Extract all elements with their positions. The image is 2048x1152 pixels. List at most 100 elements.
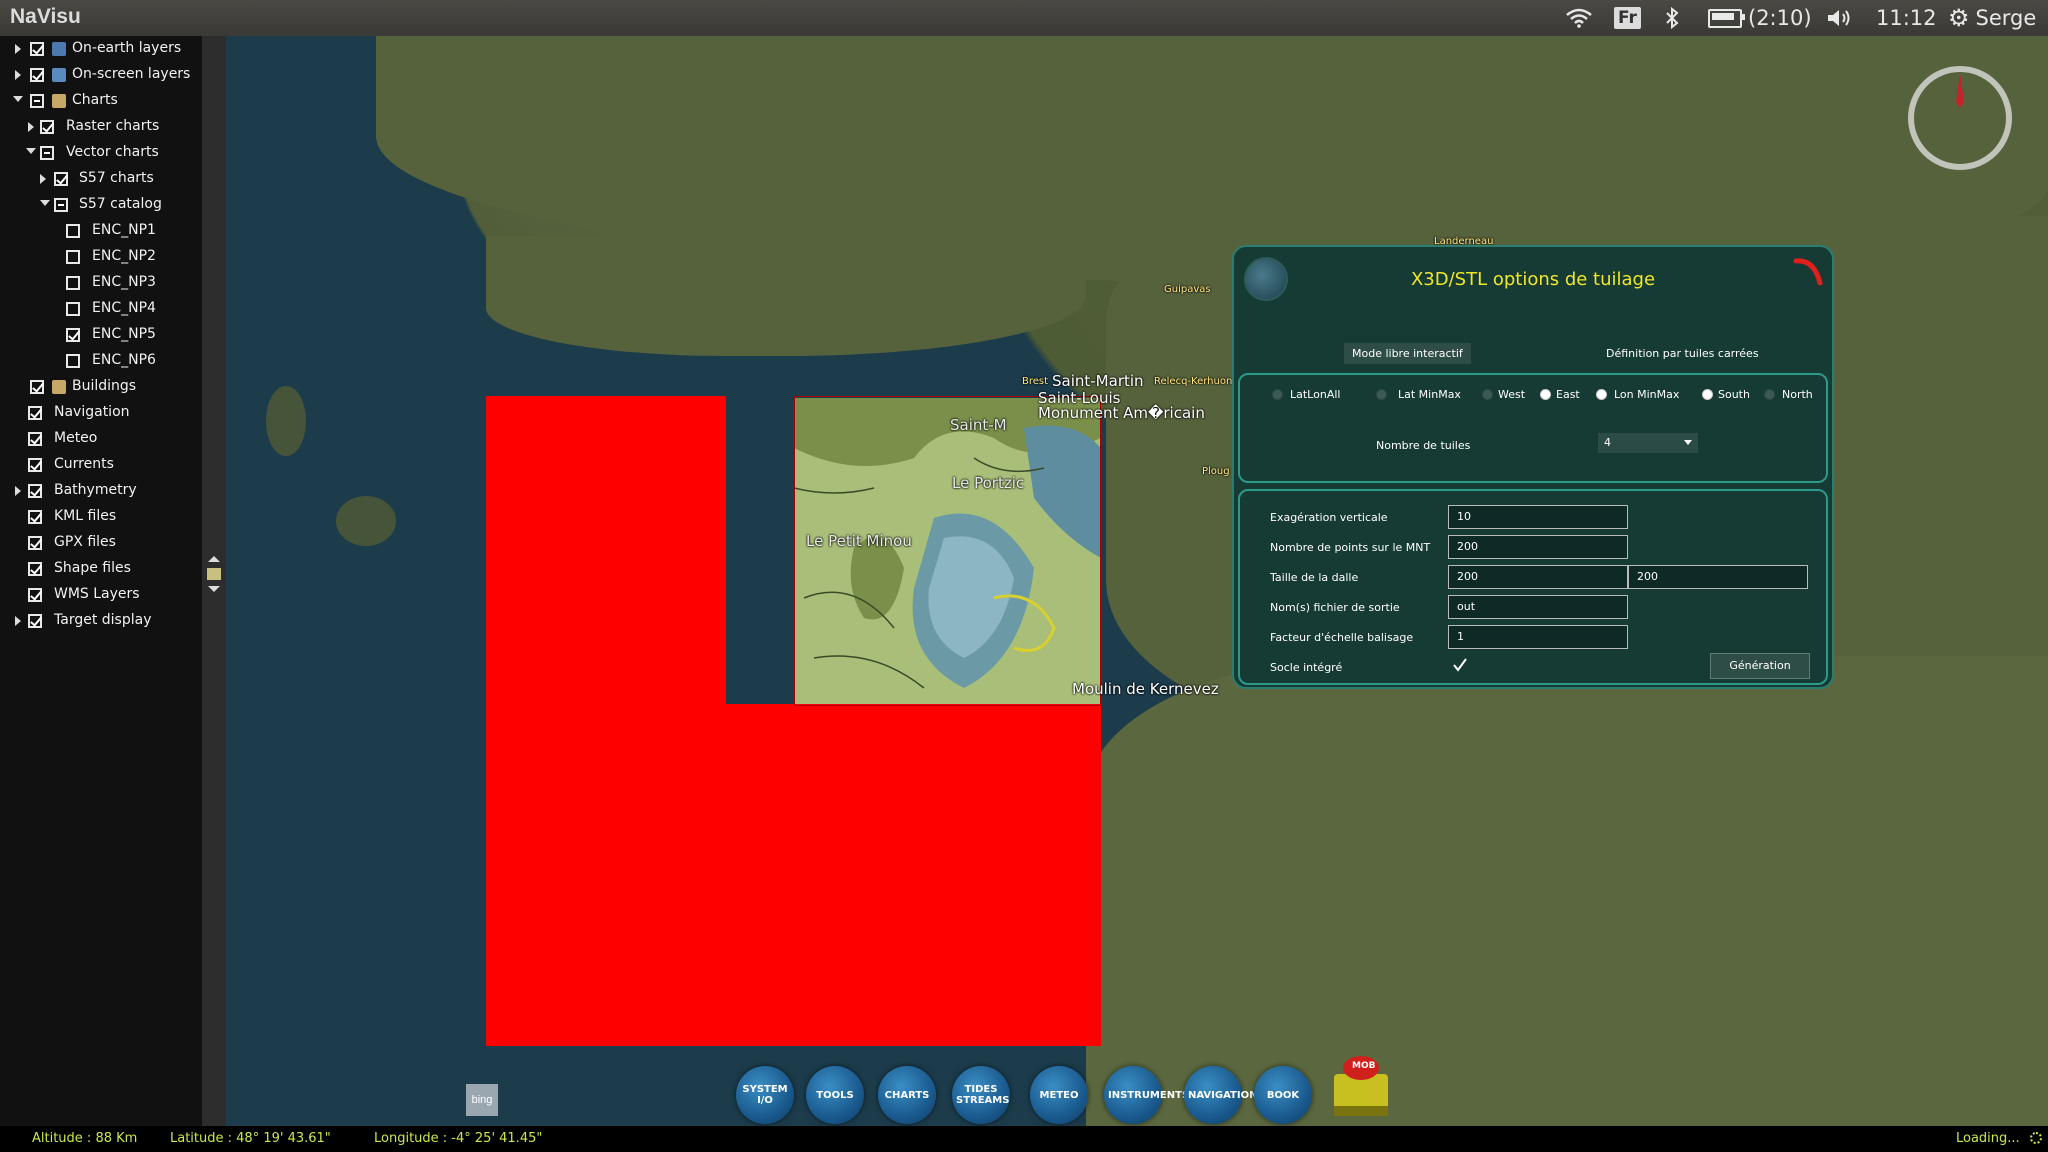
tree-item[interactable]: Navigation bbox=[0, 400, 202, 426]
expand-right-icon[interactable] bbox=[15, 70, 21, 80]
vertical-exaggeration-input[interactable]: 10 bbox=[1448, 505, 1628, 529]
tree-item-label: ENC_NP5 bbox=[92, 326, 156, 342]
tree-item[interactable]: WMS Layers bbox=[0, 582, 202, 608]
layer-checkbox[interactable] bbox=[30, 94, 44, 108]
layer-checkbox[interactable] bbox=[40, 120, 54, 134]
tree-item[interactable]: Vector charts bbox=[0, 140, 202, 166]
generate-button[interactable]: Génération bbox=[1710, 653, 1810, 679]
radio-button[interactable] bbox=[1482, 389, 1493, 400]
layer-checkbox[interactable] bbox=[28, 432, 42, 446]
tree-item[interactable]: Meteo bbox=[0, 426, 202, 452]
tree-item[interactable]: Shape files bbox=[0, 556, 202, 582]
bluetooth-icon[interactable] bbox=[1664, 0, 1680, 36]
mob-button[interactable]: MOB bbox=[1330, 1052, 1392, 1120]
tree-item[interactable]: ENC_NP6 bbox=[0, 348, 202, 374]
radio-button[interactable] bbox=[1702, 389, 1713, 400]
layer-checkbox[interactable] bbox=[28, 406, 42, 420]
tree-item-label: Bathymetry bbox=[54, 482, 137, 498]
layer-checkbox[interactable] bbox=[54, 172, 68, 186]
layer-checkbox[interactable] bbox=[28, 562, 42, 576]
layer-checkbox[interactable] bbox=[66, 250, 80, 264]
layer-checkbox[interactable] bbox=[30, 42, 44, 56]
wifi-icon[interactable] bbox=[1566, 0, 1592, 36]
expand-down-icon[interactable] bbox=[26, 148, 36, 154]
loading-status: Loading... bbox=[1956, 1131, 2020, 1146]
slab-height-input[interactable]: 200 bbox=[1628, 565, 1808, 589]
layer-checkbox[interactable] bbox=[54, 198, 68, 212]
expand-right-icon[interactable] bbox=[15, 616, 21, 626]
layer-checkbox[interactable] bbox=[28, 510, 42, 524]
layer-checkbox[interactable] bbox=[66, 302, 80, 316]
compass-icon[interactable] bbox=[1908, 66, 2012, 170]
tree-item[interactable]: S57 catalog bbox=[0, 192, 202, 218]
tree-item[interactable]: Buildings bbox=[0, 374, 202, 400]
tree-item[interactable]: GPX files bbox=[0, 530, 202, 556]
tree-item[interactable]: ENC_NP2 bbox=[0, 244, 202, 270]
tab-square-tiles[interactable]: Définition par tuiles carrées bbox=[1598, 343, 1767, 364]
expand-right-icon[interactable] bbox=[40, 174, 46, 184]
expand-right-icon[interactable] bbox=[28, 122, 34, 132]
instruments-button[interactable]: INSTRUMENTS bbox=[1104, 1066, 1189, 1124]
tree-item[interactable]: Charts bbox=[0, 88, 202, 114]
tree-item[interactable]: Bathymetry bbox=[0, 478, 202, 504]
slab-width-input[interactable]: 200 bbox=[1448, 565, 1628, 589]
charts-button[interactable]: CHARTS bbox=[878, 1066, 936, 1124]
tree-item[interactable]: On-earth layers bbox=[0, 36, 202, 62]
layer-checkbox[interactable] bbox=[30, 68, 44, 82]
layer-checkbox[interactable] bbox=[28, 536, 42, 550]
tree-item[interactable]: Raster charts bbox=[0, 114, 202, 140]
buoyage-scale-input[interactable]: 1 bbox=[1448, 625, 1628, 649]
radio-button[interactable] bbox=[1764, 389, 1775, 400]
close-icon[interactable] bbox=[1792, 255, 1826, 289]
layer-checkbox[interactable] bbox=[28, 588, 42, 602]
toolbar-button-label: TIDES STREAMS bbox=[956, 1084, 1010, 1106]
meteo-button[interactable]: METEO bbox=[1030, 1066, 1088, 1124]
tree-item[interactable]: ENC_NP4 bbox=[0, 296, 202, 322]
output-filename-label: Nom(s) fichier de sortie bbox=[1270, 601, 1400, 614]
volume-icon[interactable] bbox=[1826, 0, 1854, 36]
layer-checkbox[interactable] bbox=[28, 614, 42, 628]
layer-checkbox[interactable] bbox=[28, 458, 42, 472]
tree-item[interactable]: KML files bbox=[0, 504, 202, 530]
tree-item[interactable]: ENC_NP1 bbox=[0, 218, 202, 244]
tree-item[interactable]: Target display bbox=[0, 608, 202, 634]
expand-down-icon[interactable] bbox=[40, 200, 50, 206]
tree-item[interactable]: ENC_NP3 bbox=[0, 270, 202, 296]
tiles-count-select[interactable]: 4 bbox=[1598, 433, 1698, 453]
battery-indicator[interactable]: (2:10) bbox=[1708, 0, 1812, 36]
tree-item[interactable]: S57 charts bbox=[0, 166, 202, 192]
tree-item[interactable]: ENC_NP5 bbox=[0, 322, 202, 348]
session-menu[interactable]: ⚙ Serge bbox=[1948, 0, 2036, 36]
clock[interactable]: 11:12 bbox=[1876, 0, 1937, 36]
dialog-title: X3D/STL options de tuilage bbox=[1410, 269, 1656, 290]
radio-button[interactable] bbox=[1540, 389, 1551, 400]
dem-points-input[interactable]: 200 bbox=[1448, 535, 1628, 559]
layer-checkbox[interactable] bbox=[66, 354, 80, 368]
layer-checkbox[interactable] bbox=[66, 276, 80, 290]
layer-checkbox[interactable] bbox=[66, 328, 80, 342]
radio-button[interactable] bbox=[1376, 389, 1387, 400]
sidebar-splitter[interactable] bbox=[202, 36, 226, 1126]
collapse-handle-icon[interactable] bbox=[206, 556, 222, 592]
tree-item[interactable]: On-screen layers bbox=[0, 62, 202, 88]
radio-button[interactable] bbox=[1272, 389, 1283, 400]
layer-checkbox[interactable] bbox=[28, 484, 42, 498]
tab-free-mode[interactable]: Mode libre interactif bbox=[1344, 343, 1471, 364]
expand-right-icon[interactable] bbox=[15, 486, 21, 496]
layer-checkbox[interactable] bbox=[40, 146, 54, 160]
book-button[interactable]: BOOK bbox=[1254, 1066, 1312, 1124]
radio-button[interactable] bbox=[1596, 389, 1607, 400]
status-bar: Altitude : 88 Km Latitude : 48° 19' 43.6… bbox=[0, 1126, 2048, 1152]
navigation-button[interactable]: NAVIGATION bbox=[1184, 1066, 1257, 1124]
keyboard-layout-indicator[interactable]: Fr bbox=[1614, 0, 1641, 36]
output-filename-input[interactable]: out bbox=[1448, 595, 1628, 619]
layer-checkbox[interactable] bbox=[30, 380, 44, 394]
tree-item[interactable]: Currents bbox=[0, 452, 202, 478]
tides-streams-button[interactable]: TIDES STREAMS bbox=[952, 1066, 1010, 1124]
system-io-button[interactable]: SYSTEM I/O bbox=[736, 1066, 794, 1124]
tools-button[interactable]: TOOLS bbox=[806, 1066, 864, 1124]
integrated-base-checkbox[interactable] bbox=[1452, 657, 1468, 673]
layer-checkbox[interactable] bbox=[66, 224, 80, 238]
expand-down-icon[interactable] bbox=[13, 96, 23, 102]
expand-right-icon[interactable] bbox=[15, 44, 21, 54]
